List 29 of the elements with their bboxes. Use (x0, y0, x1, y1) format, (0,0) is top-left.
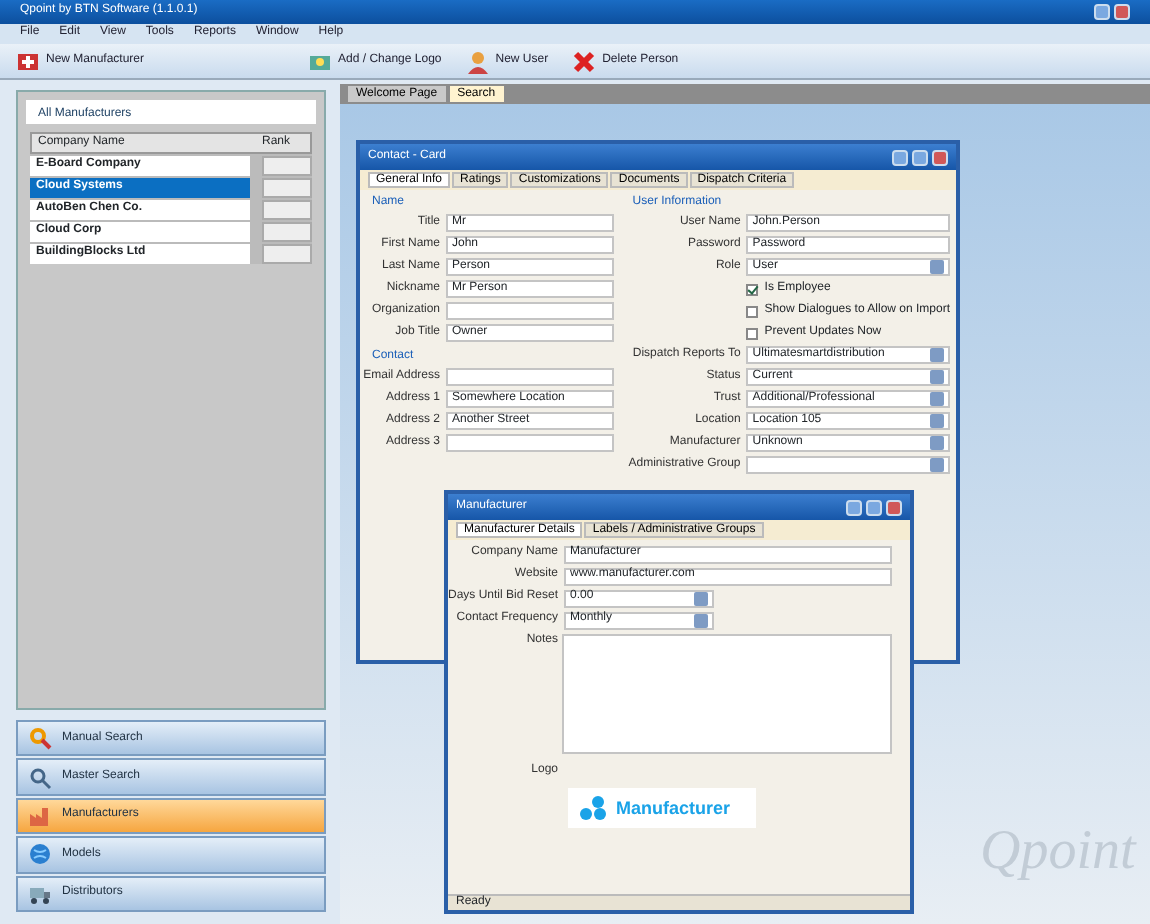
rank-cell (262, 200, 312, 221)
rank-cell (262, 244, 312, 265)
search-icon (28, 765, 52, 790)
logo-text: Manufacturer (616, 797, 731, 819)
notes-field[interactable] (561, 634, 892, 754)
search-icon (28, 726, 52, 751)
rank-cell (262, 178, 312, 199)
close-button[interactable] (1114, 4, 1130, 20)
close-button[interactable] (886, 499, 902, 515)
globe-icon (28, 842, 52, 867)
close-button[interactable] (932, 149, 948, 165)
input-field[interactable] (446, 434, 615, 452)
checkbox[interactable] (746, 327, 759, 339)
help-button[interactable] (892, 149, 908, 165)
input-field[interactable] (446, 302, 615, 320)
minimize-button[interactable] (866, 499, 882, 515)
rank-cell (262, 222, 312, 243)
help-button[interactable] (846, 499, 862, 515)
factory-icon (28, 804, 52, 829)
checkbox[interactable] (746, 283, 759, 295)
minimize-button[interactable] (912, 149, 928, 165)
dots-logo-icon (580, 796, 608, 820)
input-field[interactable] (446, 368, 615, 386)
plus-icon (16, 49, 40, 73)
person-icon (465, 49, 490, 73)
checkbox[interactable] (746, 305, 759, 317)
minimize-button[interactable] (1094, 4, 1110, 20)
delete-icon (572, 49, 597, 73)
dropdown-field[interactable] (746, 456, 950, 474)
